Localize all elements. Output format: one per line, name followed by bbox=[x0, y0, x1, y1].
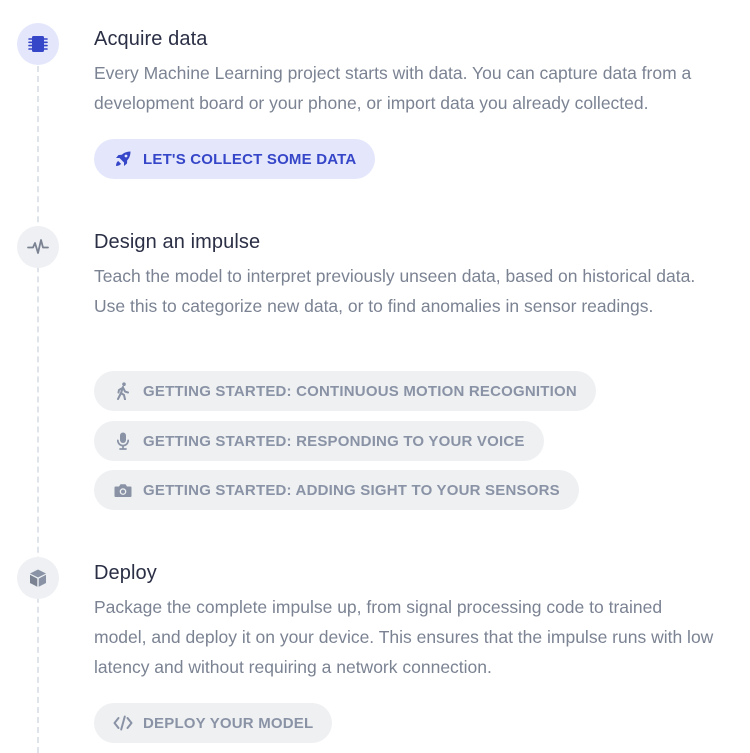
step-title: Design an impulse bbox=[94, 231, 261, 253]
step-description: Teach the model to interpret previously … bbox=[94, 266, 696, 316]
waveform-icon bbox=[17, 226, 59, 268]
microphone-icon bbox=[113, 432, 133, 450]
sight-button[interactable]: GETTING STARTED: ADDING SIGHT TO YOUR SE… bbox=[94, 470, 579, 510]
step-description: Package the complete impulse up, from si… bbox=[94, 597, 714, 677]
voice-label: GETTING STARTED: RESPONDING TO YOUR VOIC… bbox=[143, 432, 525, 450]
code-icon bbox=[113, 714, 133, 732]
rocket-icon bbox=[113, 150, 133, 168]
chip-icon bbox=[17, 23, 59, 65]
walking-icon bbox=[113, 382, 133, 400]
cube-icon bbox=[17, 557, 59, 599]
collect-data-label: LET'S COLLECT SOME DATA bbox=[143, 150, 357, 168]
sight-label: GETTING STARTED: ADDING SIGHT TO YOUR SE… bbox=[143, 481, 560, 499]
deploy-model-label: DEPLOY YOUR MODEL bbox=[143, 714, 314, 732]
step-description: Every Machine Learning project starts wi… bbox=[94, 63, 692, 113]
motion-recognition-label: GETTING STARTED: CONTINUOUS MOTION RECOG… bbox=[143, 382, 577, 400]
collect-data-button[interactable]: LET'S COLLECT SOME DATA bbox=[94, 139, 376, 179]
deploy-model-button[interactable]: DEPLOY YOUR MODEL bbox=[94, 703, 333, 743]
camera-icon bbox=[113, 481, 133, 499]
step-title: Acquire data bbox=[94, 28, 208, 50]
step-title: Deploy bbox=[94, 562, 157, 584]
timeline-dashed-line bbox=[37, 56, 39, 753]
motion-recognition-button[interactable]: GETTING STARTED: CONTINUOUS MOTION RECOG… bbox=[94, 371, 596, 411]
voice-button[interactable]: GETTING STARTED: RESPONDING TO YOUR VOIC… bbox=[94, 421, 544, 461]
